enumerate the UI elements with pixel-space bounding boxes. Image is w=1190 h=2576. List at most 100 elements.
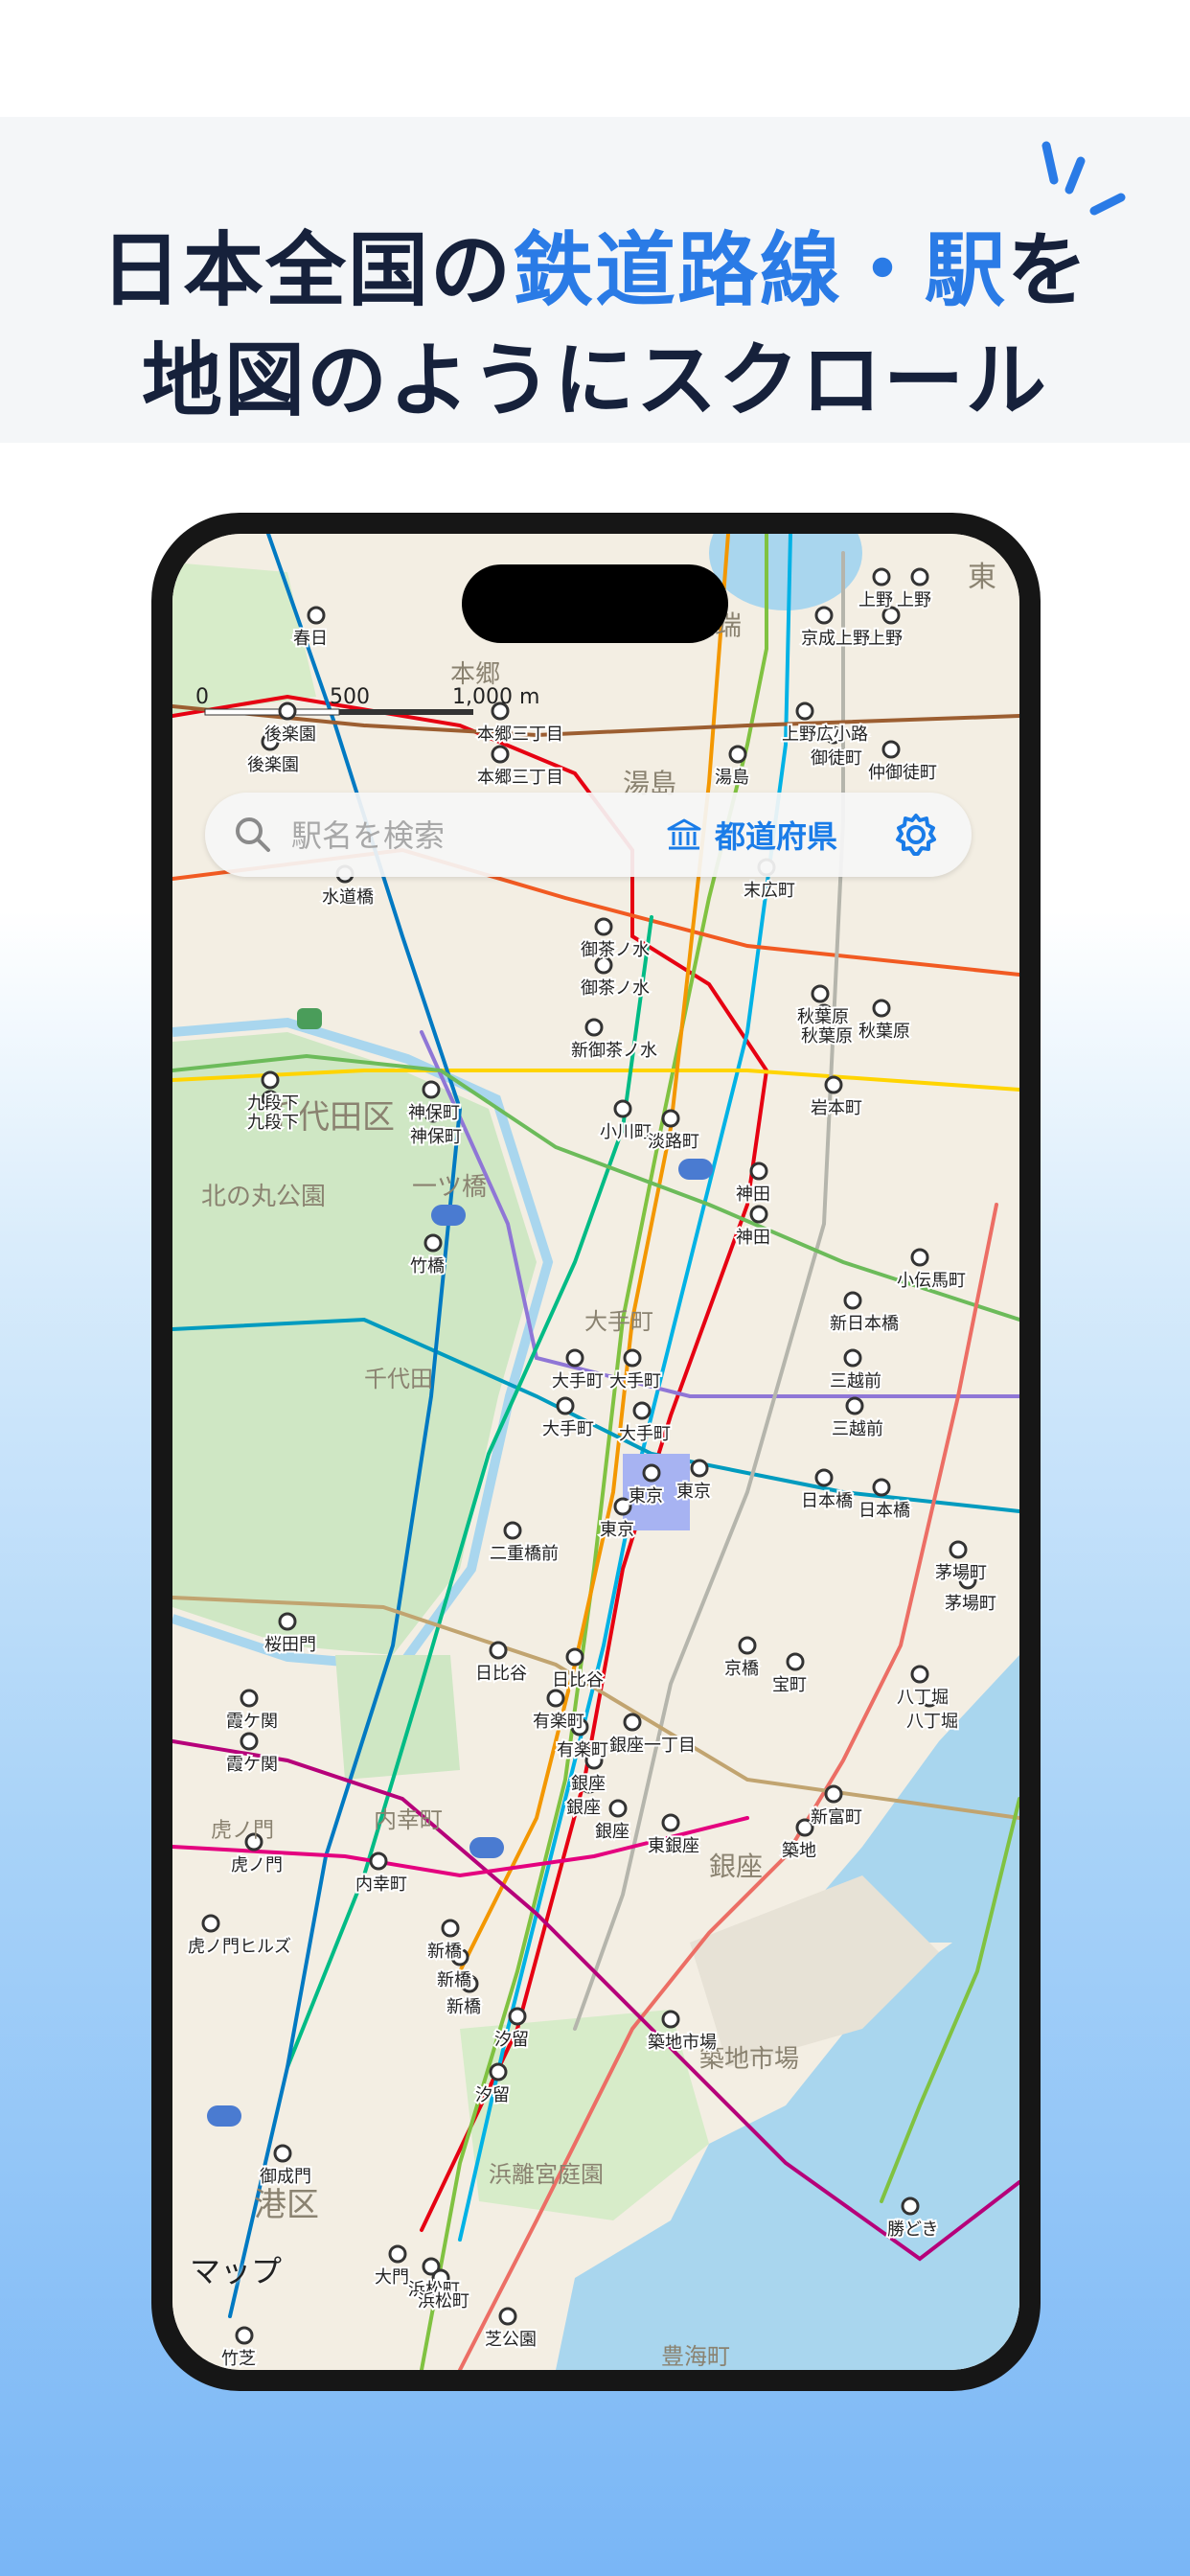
station-marker[interactable] xyxy=(811,984,830,1003)
station-label[interactable]: 霞ケ関 xyxy=(224,1710,280,1733)
station-label[interactable]: 八丁堀 xyxy=(895,1686,950,1709)
station-label[interactable]: 東京 xyxy=(598,1518,636,1541)
station-marker[interactable] xyxy=(422,1080,441,1099)
station-label[interactable]: 浜松町 xyxy=(416,2289,471,2312)
station-label[interactable]: 神田 xyxy=(734,1226,772,1249)
station-marker[interactable] xyxy=(795,702,814,721)
station-marker[interactable] xyxy=(872,567,891,586)
station-marker[interactable] xyxy=(881,740,901,759)
station-marker[interactable] xyxy=(872,999,891,1018)
station-label[interactable]: 九段下 xyxy=(245,1111,301,1134)
station-label[interactable]: 湯島 xyxy=(713,766,751,789)
station-marker[interactable] xyxy=(608,1799,628,1818)
search-input[interactable]: 駅名を検索 xyxy=(291,812,445,856)
station-marker[interactable] xyxy=(814,1468,834,1487)
station-marker[interactable] xyxy=(584,1018,604,1037)
station-marker[interactable] xyxy=(901,2196,920,2216)
station-marker[interactable] xyxy=(240,1732,259,1751)
station-marker[interactable] xyxy=(235,2326,254,2345)
station-label[interactable]: 京橋 xyxy=(722,1657,761,1680)
station-label[interactable]: 茅場町 xyxy=(933,1561,989,1584)
station-label[interactable]: 銀座一丁目 xyxy=(607,1734,698,1757)
station-marker[interactable] xyxy=(503,1521,522,1540)
station-label[interactable]: 秋葉原 xyxy=(799,1024,855,1047)
station-marker[interactable] xyxy=(201,1914,220,1933)
station-marker[interactable] xyxy=(690,1459,709,1478)
station-label[interactable]: 大門 xyxy=(373,2266,411,2288)
station-label[interactable]: 岩本町 xyxy=(809,1096,864,1119)
station-label[interactable]: 東京 xyxy=(675,1480,713,1503)
station-marker[interactable] xyxy=(910,567,929,586)
station-marker[interactable] xyxy=(824,1784,843,1804)
station-marker[interactable] xyxy=(843,1291,862,1310)
station-marker[interactable] xyxy=(881,606,901,625)
station-marker[interactable] xyxy=(872,1478,891,1497)
station-marker[interactable] xyxy=(594,955,613,975)
station-label[interactable]: 日本橋 xyxy=(857,1499,912,1522)
station-label[interactable]: 築地 xyxy=(780,1839,818,1862)
station-label[interactable]: 竹橋 xyxy=(408,1254,446,1277)
station-marker[interactable] xyxy=(949,1540,968,1559)
station-label[interactable]: 竹芝 xyxy=(219,2347,258,2370)
station-label[interactable]: 御成門 xyxy=(258,2165,313,2188)
station-label[interactable]: 神保町 xyxy=(406,1101,462,1124)
station-label[interactable]: 本郷三丁目 xyxy=(475,723,565,746)
station-marker[interactable] xyxy=(491,745,510,764)
station-label[interactable]: 後楽園 xyxy=(263,723,318,746)
station-marker[interactable] xyxy=(556,1396,575,1415)
station-label[interactable]: 新富町 xyxy=(809,1806,864,1828)
station-marker[interactable] xyxy=(642,1463,661,1483)
station-marker[interactable] xyxy=(278,1612,297,1631)
station-marker[interactable] xyxy=(388,2244,407,2264)
station-label[interactable]: 茅場町 xyxy=(943,1592,998,1615)
station-label[interactable]: 虎ノ門ヒルズ xyxy=(186,1935,293,1958)
station-label[interactable]: 銀座 xyxy=(593,1820,631,1843)
station-label[interactable]: 八丁堀 xyxy=(904,1710,960,1733)
station-marker[interactable] xyxy=(786,1652,805,1671)
station-label[interactable]: 大手町 xyxy=(540,1417,596,1440)
station-marker[interactable] xyxy=(278,702,297,721)
station-label[interactable]: 三越前 xyxy=(830,1417,885,1440)
station-label[interactable]: 桜田門 xyxy=(263,1633,318,1656)
station-marker[interactable] xyxy=(508,2007,527,2026)
station-marker[interactable] xyxy=(613,1099,632,1118)
prefecture-button[interactable]: 都道府県 xyxy=(665,806,837,863)
station-marker[interactable] xyxy=(240,1689,259,1708)
station-label[interactable]: 上野広小路 xyxy=(780,723,870,746)
station-marker[interactable] xyxy=(661,1109,680,1128)
station-marker[interactable] xyxy=(623,1348,642,1368)
station-label[interactable]: 神保町 xyxy=(408,1125,464,1148)
station-marker[interactable] xyxy=(749,1162,768,1181)
station-label[interactable]: 虎ノ門 xyxy=(229,1853,285,1876)
station-label[interactable]: 春日 xyxy=(291,627,330,650)
station-marker[interactable] xyxy=(749,1205,768,1224)
station-marker[interactable] xyxy=(489,1641,508,1660)
station-label[interactable]: 本郷三丁目 xyxy=(475,766,565,789)
station-label[interactable]: 新橋 xyxy=(445,1995,483,2018)
station-label[interactable]: 芝公園 xyxy=(483,2328,538,2351)
station-label[interactable]: 汐留 xyxy=(492,2028,531,2051)
station-marker[interactable] xyxy=(824,1075,843,1094)
gear-icon[interactable] xyxy=(889,808,943,862)
station-label[interactable]: 御徒町 xyxy=(809,747,864,770)
station-label[interactable]: 東京 xyxy=(627,1484,665,1507)
station-marker[interactable] xyxy=(623,1713,642,1732)
station-marker[interactable] xyxy=(845,1396,864,1415)
station-label[interactable]: 神田 xyxy=(734,1183,772,1206)
station-label[interactable]: 新御茶ノ水 xyxy=(569,1039,659,1062)
station-marker[interactable] xyxy=(489,2062,508,2082)
station-label[interactable]: 上野 xyxy=(857,588,895,611)
station-label[interactable]: 銀座 xyxy=(564,1796,603,1819)
station-marker[interactable] xyxy=(369,1852,388,1871)
station-marker[interactable] xyxy=(843,1348,862,1368)
station-marker[interactable] xyxy=(728,745,747,764)
station-label[interactable]: 東銀座 xyxy=(646,1834,701,1857)
station-label[interactable]: 大手町 xyxy=(550,1369,606,1392)
station-label[interactable]: 御茶ノ水 xyxy=(579,977,652,1000)
station-label[interactable]: 小伝馬町 xyxy=(895,1269,968,1292)
search-icon[interactable] xyxy=(230,812,276,858)
station-marker[interactable] xyxy=(661,1813,680,1832)
station-label[interactable]: 日比谷 xyxy=(473,1662,529,1685)
station-label[interactable]: 築地市場 xyxy=(646,2031,719,2054)
station-label[interactable]: 新橋 xyxy=(435,1968,473,1991)
